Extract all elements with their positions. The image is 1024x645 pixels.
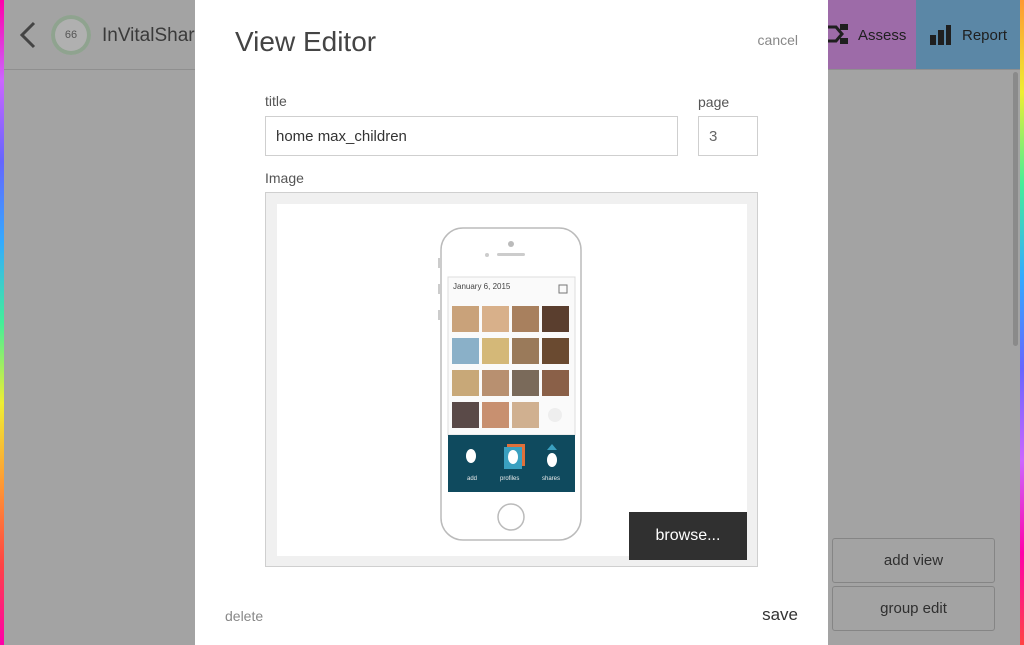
back-arrow-icon[interactable] bbox=[16, 20, 42, 50]
tab-assess[interactable]: Assess bbox=[828, 0, 916, 69]
page-label: page bbox=[698, 94, 730, 110]
save-button[interactable]: save bbox=[762, 605, 798, 625]
group-edit-button[interactable]: group edit bbox=[832, 586, 995, 631]
image-preview-frame: January 6, 2015 add profiles shares brow… bbox=[265, 192, 758, 567]
tab-assess-label: Assess bbox=[858, 27, 907, 44]
preview-date: January 6, 2015 bbox=[453, 282, 511, 291]
add-view-button[interactable]: add view bbox=[832, 538, 995, 583]
right-edge-stripe bbox=[1020, 0, 1024, 645]
left-edge-stripe bbox=[0, 0, 4, 645]
delete-button[interactable]: delete bbox=[225, 608, 263, 624]
cancel-button[interactable]: cancel bbox=[758, 32, 798, 48]
tab-report-label: Report bbox=[962, 27, 1008, 44]
share-arrows-icon bbox=[828, 24, 848, 44]
title-input[interactable]: home max_children bbox=[265, 116, 678, 156]
image-label: Image bbox=[265, 170, 304, 186]
tab-report[interactable]: Report bbox=[916, 0, 1020, 69]
title-label: title bbox=[265, 93, 287, 109]
page-input[interactable]: 3 bbox=[698, 116, 758, 156]
page-scrollbar[interactable] bbox=[1013, 72, 1018, 346]
score-badge: 66 bbox=[51, 15, 91, 55]
preview-action-profiles: profiles bbox=[500, 476, 520, 482]
preview-action-add: add bbox=[467, 476, 478, 482]
preview-action-shares: shares bbox=[542, 476, 561, 482]
bar-chart-icon bbox=[930, 25, 951, 45]
browse-button[interactable]: browse... bbox=[629, 512, 747, 560]
view-editor-dialog: View Editor cancel title home max_childr… bbox=[195, 0, 828, 645]
dialog-title: View Editor bbox=[235, 26, 377, 57]
image-preview: January 6, 2015 add profiles shares bbox=[277, 204, 747, 556]
app-name: InVitalShare bbox=[102, 25, 206, 46]
phone-mockup-image bbox=[438, 227, 582, 541]
